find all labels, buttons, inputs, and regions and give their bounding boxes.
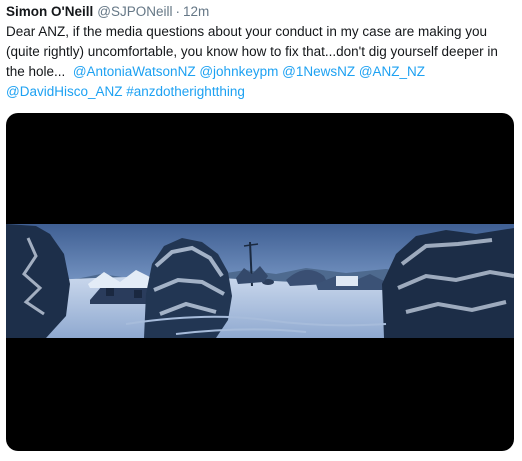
tweet-header: Simon O'Neill @SJPONeill · 12m — [6, 4, 209, 20]
mention-link[interactable]: @AntoniaWatsonNZ — [73, 64, 196, 79]
mention-link[interactable]: @DavidHisco_ANZ — [6, 84, 122, 99]
author-handle[interactable]: @SJPONeill — [97, 4, 172, 20]
tweet-timestamp[interactable]: 12m — [183, 4, 209, 20]
media-attachment[interactable] — [6, 113, 514, 451]
author-name[interactable]: Simon O'Neill — [6, 4, 93, 20]
mention-link[interactable]: @ANZ_NZ — [359, 64, 425, 79]
snow-panorama-image[interactable] — [6, 224, 514, 338]
separator-dot: · — [175, 4, 180, 19]
tweet[interactable]: Simon O'Neill @SJPONeill · 12m Dear ANZ,… — [0, 0, 522, 461]
mention-link[interactable]: @1NewsNZ — [282, 64, 355, 79]
mention-link[interactable]: @johnkeypm — [199, 64, 278, 79]
tweet-text: Dear ANZ, if the media questions about y… — [6, 22, 518, 102]
hashtag-link[interactable]: #anzdotherightthing — [126, 84, 245, 99]
